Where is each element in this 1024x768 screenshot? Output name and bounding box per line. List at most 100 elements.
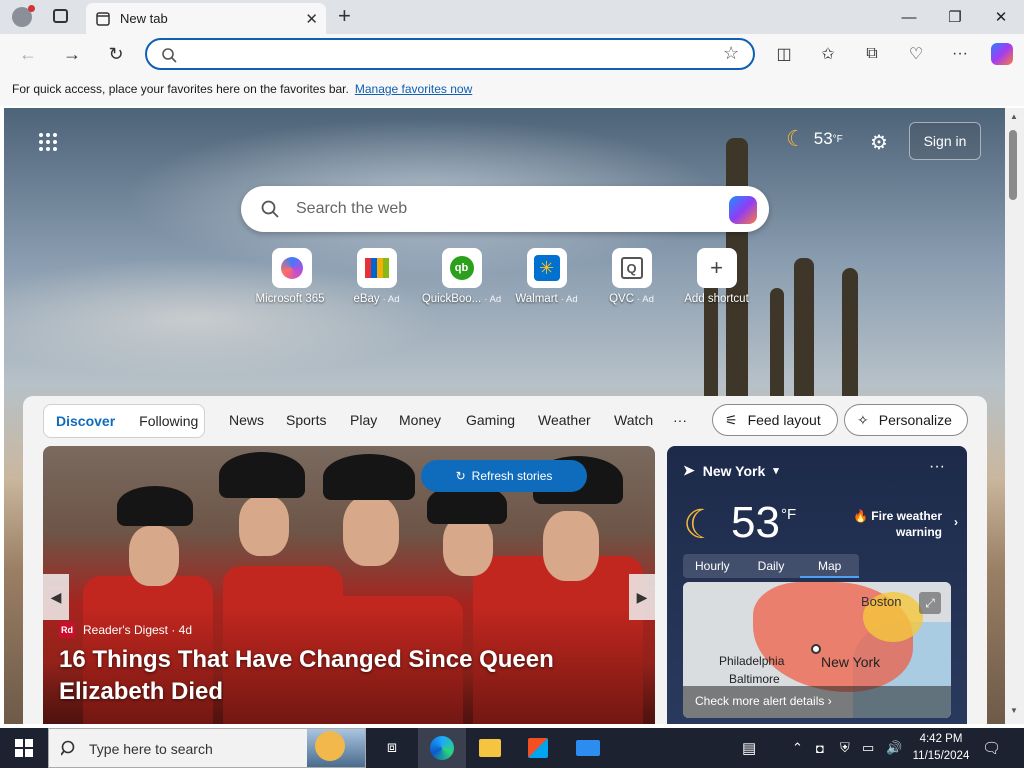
new-tab-page: ☾ 53 °F ⚙ Sign in Search the web Microsof… <box>4 108 1005 724</box>
walmart-icon: ✳ <box>526 248 567 288</box>
tab-sports[interactable]: Sports <box>286 412 326 428</box>
refresh-button[interactable]: ↻ <box>100 39 132 69</box>
address-bar[interactable]: ☆ <box>145 38 755 70</box>
alert-details-link[interactable]: Check more alert details › <box>683 686 951 718</box>
weather-map[interactable]: Boston Philadelphia New York Baltimore ⤢… <box>683 582 951 718</box>
weather-more-icon[interactable]: ··· <box>929 458 945 476</box>
tab-news[interactable]: News <box>229 412 264 428</box>
scroll-down-icon[interactable]: ▼ <box>1010 706 1018 715</box>
tab-map[interactable]: Map <box>800 554 860 578</box>
minimize-button[interactable]: — <box>886 0 932 34</box>
settings-more-icon[interactable]: ··· <box>944 39 976 69</box>
shortcut-label: Microsoft 365 <box>255 293 325 305</box>
refresh-stories-button[interactable]: ↻ Refresh stories <box>421 460 587 492</box>
weather-unit: °F <box>832 133 843 145</box>
chevron-down-icon: ▾ <box>773 465 779 477</box>
back-button[interactable]: ← <box>12 39 44 69</box>
system-clock[interactable]: 4:42 PM 11/15/2024 <box>908 731 974 765</box>
meet-now-icon[interactable]: ◘ <box>816 728 824 768</box>
security-icon[interactable]: ⛨ <box>840 728 850 768</box>
address-input[interactable] <box>183 44 723 64</box>
collections-icon[interactable]: ⧉ <box>856 39 888 69</box>
tab-money[interactable]: Money <box>399 412 441 428</box>
weather-card[interactable]: ➤ New York ▾ ··· ☾ 53 °F 🔥 Fire weather … <box>667 446 967 724</box>
page-settings-gear-icon[interactable]: ⚙ <box>870 130 888 155</box>
next-story-button[interactable]: ▶ <box>629 574 655 620</box>
notifications-icon[interactable]: 🗨 <box>982 728 1001 768</box>
shortcut-label: eBay <box>353 293 380 305</box>
tab-hourly[interactable]: Hourly <box>683 554 742 578</box>
shortcut-microsoft-365[interactable]: Microsoft 365 <box>249 248 334 305</box>
taskbar-search-placeholder: Type here to search <box>89 741 213 757</box>
forward-button[interactable]: → <box>56 39 88 69</box>
shortcut-label: Add shortcut <box>684 293 749 305</box>
show-hidden-icons-icon[interactable]: ⌃ <box>792 728 803 768</box>
file-explorer-icon[interactable] <box>466 728 514 768</box>
mail-icon[interactable] <box>564 728 612 768</box>
browser-essentials-icon[interactable]: ♡ <box>900 39 932 69</box>
apps-grid-icon[interactable] <box>38 132 58 152</box>
refresh-label: Refresh stories <box>471 469 553 483</box>
volume-icon[interactable]: 🔊 <box>886 728 902 768</box>
hero-story-card[interactable]: ↻ Refresh stories ◀ ▶ Rd Reader's Digest … <box>43 446 655 724</box>
story-image <box>323 454 415 500</box>
taskbar-search-box[interactable]: Type here to search <box>48 728 366 768</box>
story-headline[interactable]: 16 Things That Have Changed Since Queen … <box>59 644 649 708</box>
personalize-label: Personalize <box>878 412 952 428</box>
favorites-bar: For quick access, place your favorites h… <box>0 74 1024 106</box>
fire-icon: 🔥 <box>853 509 868 523</box>
start-button[interactable] <box>0 728 48 768</box>
copilot-icon[interactable] <box>986 39 1018 69</box>
tab-actions-icon[interactable] <box>53 9 68 23</box>
sparkle-icon: ✧ <box>857 411 869 428</box>
newtab-page-icon <box>96 11 110 26</box>
shortcut-quickbooks[interactable]: qb QuickBoo... · Ad <box>419 248 504 305</box>
manage-favorites-link[interactable]: Manage favorites now <box>355 82 472 96</box>
copilot-icon[interactable] <box>729 196 757 224</box>
close-tab-icon[interactable]: ✕ <box>305 10 318 28</box>
restore-button[interactable]: ❐ <box>932 0 978 34</box>
microsoft-365-icon <box>271 248 312 288</box>
story-source[interactable]: Rd Reader's Digest · 4d <box>59 622 192 638</box>
edge-taskbar-icon[interactable] <box>418 728 466 768</box>
tab-following[interactable]: Following <box>127 413 210 429</box>
news-widget-icon[interactable]: ▤ <box>742 728 756 768</box>
shortcut-add[interactable]: + Add shortcut <box>674 248 759 305</box>
tab-weather[interactable]: Weather <box>538 412 591 428</box>
shortcut-walmart[interactable]: ✳ Walmart · Ad <box>504 248 589 305</box>
favorites-bar-message: For quick access, place your favorites h… <box>12 82 349 96</box>
personalize-button[interactable]: ✧ Personalize <box>844 404 968 436</box>
weather-widget[interactable]: ☾ 53 °F <box>786 126 843 152</box>
map-label: New York <box>821 654 881 670</box>
new-tab-button[interactable]: + <box>338 3 351 29</box>
split-screen-icon[interactable]: ◫ <box>768 39 800 69</box>
scroll-up-icon[interactable]: ▲ <box>1010 112 1018 121</box>
tab-new-tab[interactable]: New tab ✕ <box>86 3 326 34</box>
web-search-box[interactable]: Search the web <box>241 186 769 232</box>
scrollbar-thumb[interactable] <box>1009 130 1017 200</box>
favorite-star-icon[interactable]: ☆ <box>723 43 739 64</box>
tab-gaming[interactable]: Gaming <box>466 412 515 428</box>
expand-map-icon[interactable]: ⤢ <box>919 592 941 614</box>
feed-layout-button[interactable]: ⚟ Feed layout <box>712 404 838 436</box>
shortcut-qvc[interactable]: Q QVC · Ad <box>589 248 674 305</box>
page-scrollbar[interactable]: ▲ ▼ <box>1005 108 1024 724</box>
tab-daily[interactable]: Daily <box>742 554 801 578</box>
weather-location[interactable]: ➤ New York ▾ <box>683 462 779 479</box>
fire-warning[interactable]: 🔥 Fire weather warning › <box>853 508 958 540</box>
tab-watch[interactable]: Watch <box>614 412 653 428</box>
tab-play[interactable]: Play <box>350 412 377 428</box>
previous-story-button[interactable]: ◀ <box>43 574 69 620</box>
more-tabs-icon[interactable]: ··· <box>673 412 687 428</box>
task-view-icon[interactable]: ⧈ <box>368 728 416 768</box>
shortcut-ebay[interactable]: eBay · Ad <box>334 248 419 305</box>
shortcut-label: Walmart <box>515 293 558 305</box>
sign-in-button[interactable]: Sign in <box>909 122 981 160</box>
network-icon[interactable]: ▭ <box>862 728 874 768</box>
location-arrow-icon: ➤ <box>683 462 695 478</box>
windows-taskbar: Type here to search ⧈ ▤ ⌃ ◘ ⛨ ▭ 🔊 4:42 P… <box>0 728 1024 768</box>
close-window-button[interactable]: ✕ <box>978 0 1024 34</box>
tab-discover[interactable]: Discover <box>44 413 127 429</box>
favorites-icon[interactable]: ✩ <box>812 39 844 69</box>
microsoft-store-icon[interactable] <box>514 728 562 768</box>
